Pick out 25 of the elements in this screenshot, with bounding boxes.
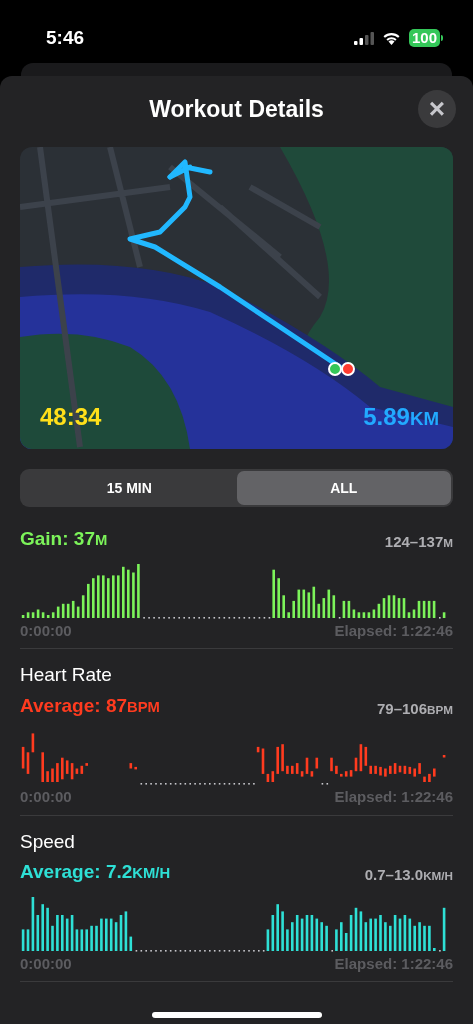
signal-icon bbox=[353, 31, 374, 45]
wifi-icon bbox=[381, 31, 401, 45]
metric-range: 79–106BPM bbox=[376, 698, 453, 719]
metric-summary: Average: 7.2KM/H bbox=[20, 860, 171, 884]
duration-label: 48:34 bbox=[40, 402, 102, 432]
metric-summary: Average: 87BPM bbox=[20, 693, 160, 718]
home-indicator[interactable] bbox=[152, 1012, 322, 1018]
sheet-title: Workout Details bbox=[149, 94, 324, 124]
axis-end-label: Elapsed: 1:22:46 bbox=[334, 787, 453, 807]
battery-indicator: 100 bbox=[408, 29, 440, 47]
axis-end-label: Elapsed: 1:22:46 bbox=[334, 620, 453, 641]
distance-label: 5.89KM bbox=[363, 402, 439, 432]
segment-tab[interactable]: ALL bbox=[236, 471, 451, 505]
status-time: 5:46 bbox=[46, 25, 85, 50]
axis-start-label: 0:00:00 bbox=[20, 953, 72, 974]
metric-range: 0.7–13.0KM/H bbox=[364, 865, 453, 885]
axis-end-label: Elapsed: 1:22:46 bbox=[334, 953, 453, 974]
metric-title: Speed bbox=[20, 829, 76, 854]
metric-title: Heart Rate bbox=[20, 663, 113, 687]
metric-range: 124–137M bbox=[384, 532, 453, 552]
close-button[interactable]: × bbox=[418, 90, 456, 128]
segment-tab[interactable]: 15 MIN bbox=[22, 471, 237, 505]
metric-summary: Gain: 37M bbox=[20, 527, 108, 551]
axis-start-label: 0:00:00 bbox=[20, 620, 72, 641]
axis-start-label: 0:00:00 bbox=[20, 787, 72, 807]
